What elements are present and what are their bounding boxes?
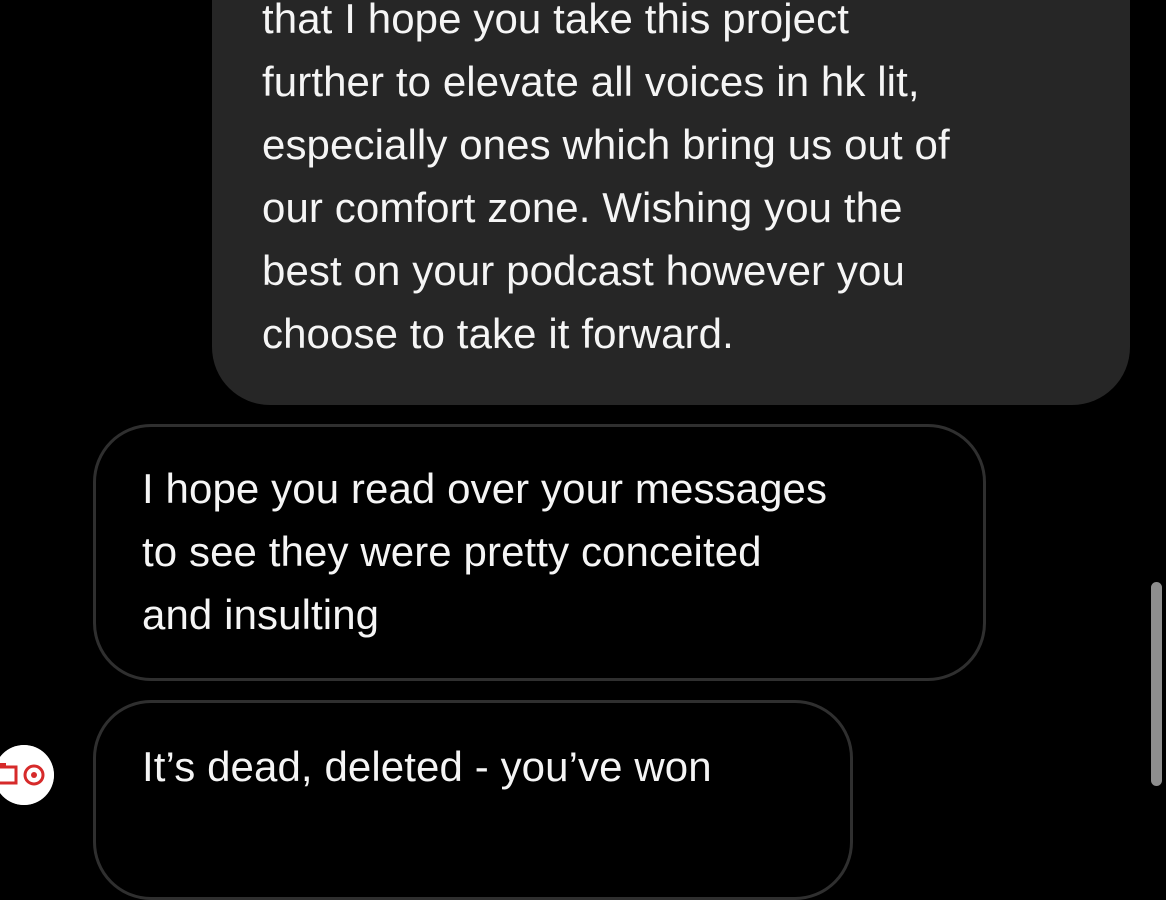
message-line: our comfort zone. Wishing you the [262,184,903,231]
profile-avatar-icon[interactable] [0,745,54,805]
message-line: choose to take it forward. [262,310,734,357]
message-bubble-sent[interactable]: that I hope you take this project furthe… [212,0,1130,405]
message-line: to see they were pretty conceited [142,528,762,575]
message-line: and insulting [142,591,380,638]
scrollbar[interactable] [1151,582,1162,786]
message-line: best on your podcast however you [262,247,905,294]
message-bubble-received[interactable]: It’s dead, deleted - you’ve won [93,700,853,900]
message-line: I hope you read over your messages [142,465,828,512]
message-line: especially ones which bring us out of [262,121,950,168]
message-line: that I hope you take this project [262,0,849,42]
avatar-logo-icon [0,745,54,805]
message-line: further to elevate all voices in hk lit, [262,58,920,105]
message-bubble-received[interactable]: I hope you read over your messages to se… [93,424,986,681]
message-line: It’s dead, deleted - you’ve won [142,743,712,790]
